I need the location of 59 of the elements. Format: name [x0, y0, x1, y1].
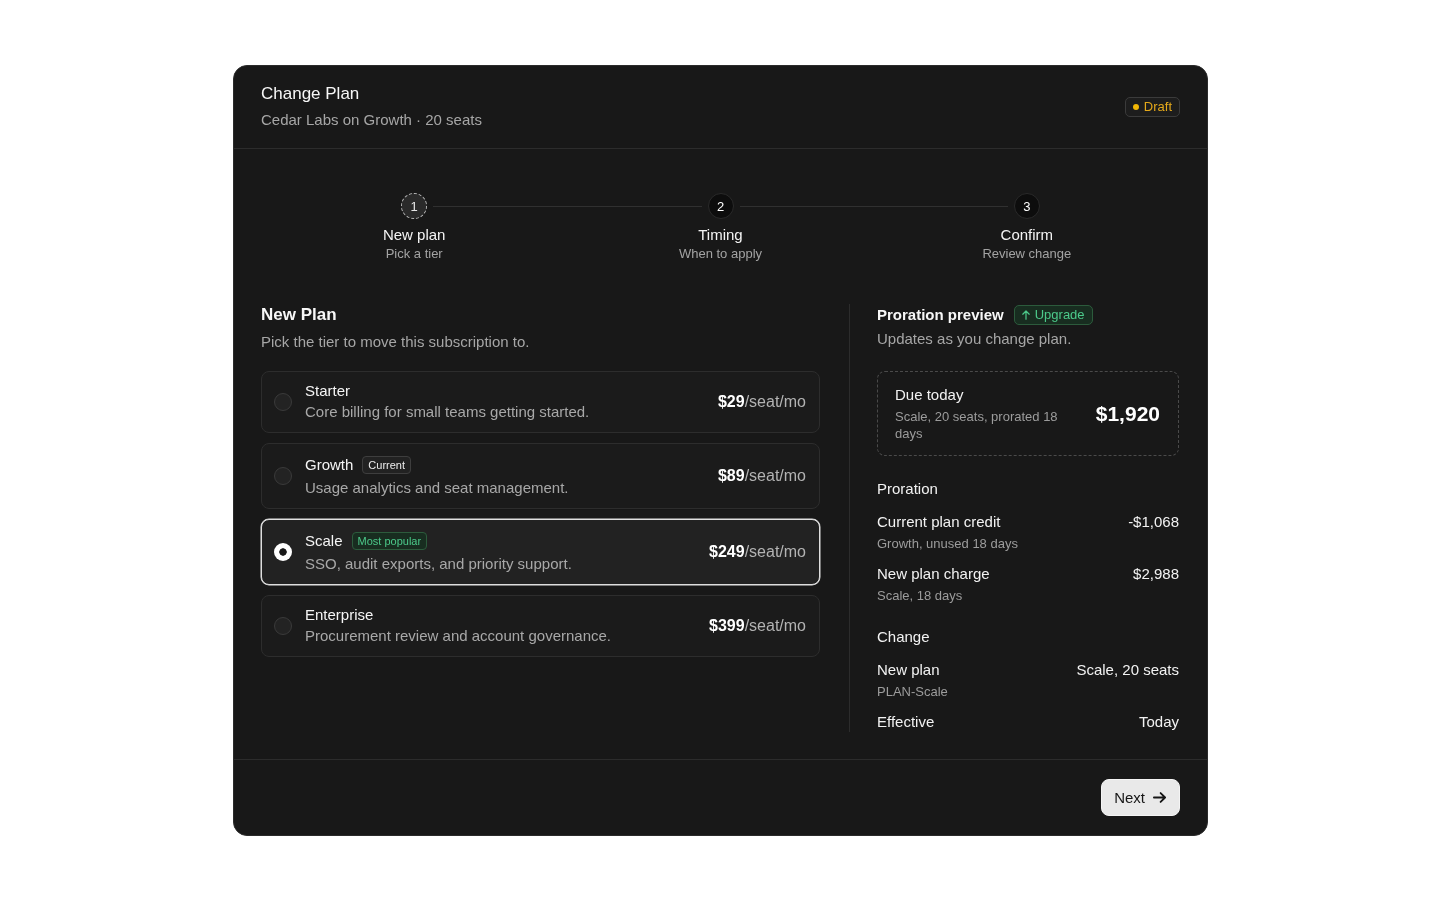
radio-button[interactable] [274, 542, 292, 561]
plan-price: $89/seat/mo [717, 465, 806, 486]
line-item-label: Effective [877, 712, 935, 732]
summary-heading: Proration [877, 479, 938, 499]
step-subtitle: Review change [982, 245, 1072, 262]
plan-price: $249/seat/mo [709, 541, 806, 562]
due-label: Due today [895, 385, 964, 405]
plan-option[interactable]: Starter Core billing for small teams getting started. $29/seat/mo [261, 371, 820, 433]
preview-subtitle: Updates as you change plan. [877, 329, 1072, 349]
plan-name: Scale [305, 531, 343, 551]
dialog-title: Change Plan [261, 83, 360, 105]
step-indicator: 2 [707, 193, 734, 219]
line-item-value: Today [1138, 712, 1179, 732]
dialog-subtitle: Cedar Labs on Growth · 20 seats [261, 110, 482, 130]
step-indicator: 3 [1013, 193, 1040, 219]
plan-option[interactable]: Scale Most popular SSO, audit exports, and priority support. $249/seat/mo [261, 519, 820, 585]
plan-badge: Current [362, 456, 412, 474]
plan-description: Core billing for small teams getting started. [305, 402, 591, 422]
arrow-right-icon [1153, 792, 1166, 803]
plan-price: $29/seat/mo [717, 391, 806, 412]
section-title: New Plan [261, 304, 337, 326]
section-subtitle: Pick the tier to move this subscription to. [261, 332, 530, 352]
line-item-value: $2,988 [1133, 564, 1179, 584]
line-item-detail: PLAN-Scale [877, 683, 948, 700]
summary-heading: Change [877, 627, 930, 647]
step-title: Confirm [1000, 225, 1054, 245]
radio-button[interactable] [274, 392, 292, 411]
step-indicator: 1 [401, 193, 428, 219]
step-title: Timing [698, 225, 743, 245]
line-item-label: New plan [877, 660, 940, 680]
line-item-detail: Scale, 18 days [877, 587, 963, 604]
preview-title: Proration preview [877, 305, 1004, 325]
radio-button[interactable] [274, 466, 292, 485]
plan-option[interactable]: Enterprise Procurement review and account governance. $399/seat/mo [261, 595, 820, 657]
due-amount: $1,920 [1095, 400, 1160, 427]
plan-badge: Most popular [351, 532, 428, 550]
line-item-value: -$1,068 [1128, 512, 1179, 532]
status-dot-icon [1132, 103, 1139, 110]
line-item-label: New plan charge [877, 564, 990, 584]
step-subtitle: Pick a tier [385, 245, 443, 262]
plan-option[interactable]: Growth Current Usage analytics and seat management. $89/seat/mo [261, 443, 820, 509]
line-item-detail: Growth, unused 18 days [877, 535, 1018, 552]
plan-description: SSO, audit exports, and priority support. [305, 554, 573, 574]
plan-name: Enterprise [305, 605, 374, 625]
line-item-value: Scale, 20 seats [1076, 660, 1179, 680]
due-detail: Scale, 20 seats, prorated 18 days [895, 408, 1059, 442]
plan-name: Starter [305, 381, 350, 401]
line-item-label: Current plan credit [877, 512, 1001, 532]
plan-price: $399/seat/mo [709, 615, 806, 636]
plan-name: Growth [305, 455, 354, 475]
radio-button[interactable] [274, 616, 292, 635]
plan-description: Usage analytics and seat management. [305, 478, 570, 498]
step-subtitle: When to apply [678, 245, 763, 262]
upgrade-label: Upgrade [1034, 306, 1085, 324]
status-label: Draft [1143, 97, 1172, 116]
plan-description: Procurement review and account governance. [305, 626, 612, 646]
next-button[interactable]: Next [1101, 779, 1180, 816]
arrow-up-icon [1021, 310, 1030, 320]
step-title: New plan [382, 225, 446, 245]
